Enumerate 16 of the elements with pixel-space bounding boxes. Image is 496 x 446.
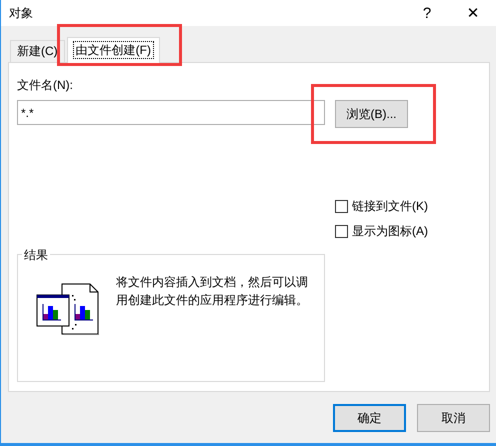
browse-button[interactable]: 浏览(B)... — [335, 100, 408, 128]
dialog-button[interactable]: 取消 — [417, 404, 490, 432]
file-name-label: 文件名(N): — [17, 77, 74, 94]
dialog-button[interactable]: 确定 — [333, 404, 406, 432]
file-name-field[interactable]: *.* — [17, 100, 325, 125]
embedded-document-icon — [36, 283, 102, 335]
close-button[interactable]: ✕ — [450, 0, 496, 26]
tab[interactable]: 新建(C) — [10, 40, 65, 62]
tab[interactable]: 由文件创建(F) — [66, 37, 160, 63]
checkbox[interactable] — [335, 200, 348, 213]
window-title: 对象 — [9, 4, 34, 22]
checkbox-label: 链接到文件(K) — [352, 198, 428, 215]
result-description: 将文件内容插入到文档，然后可以调用创建此文件的应用程序进行编辑。 — [116, 274, 309, 309]
checkbox[interactable] — [335, 225, 348, 238]
help-button[interactable]: ? — [404, 0, 450, 26]
checkbox-label: 显示为图标(A) — [352, 223, 428, 240]
